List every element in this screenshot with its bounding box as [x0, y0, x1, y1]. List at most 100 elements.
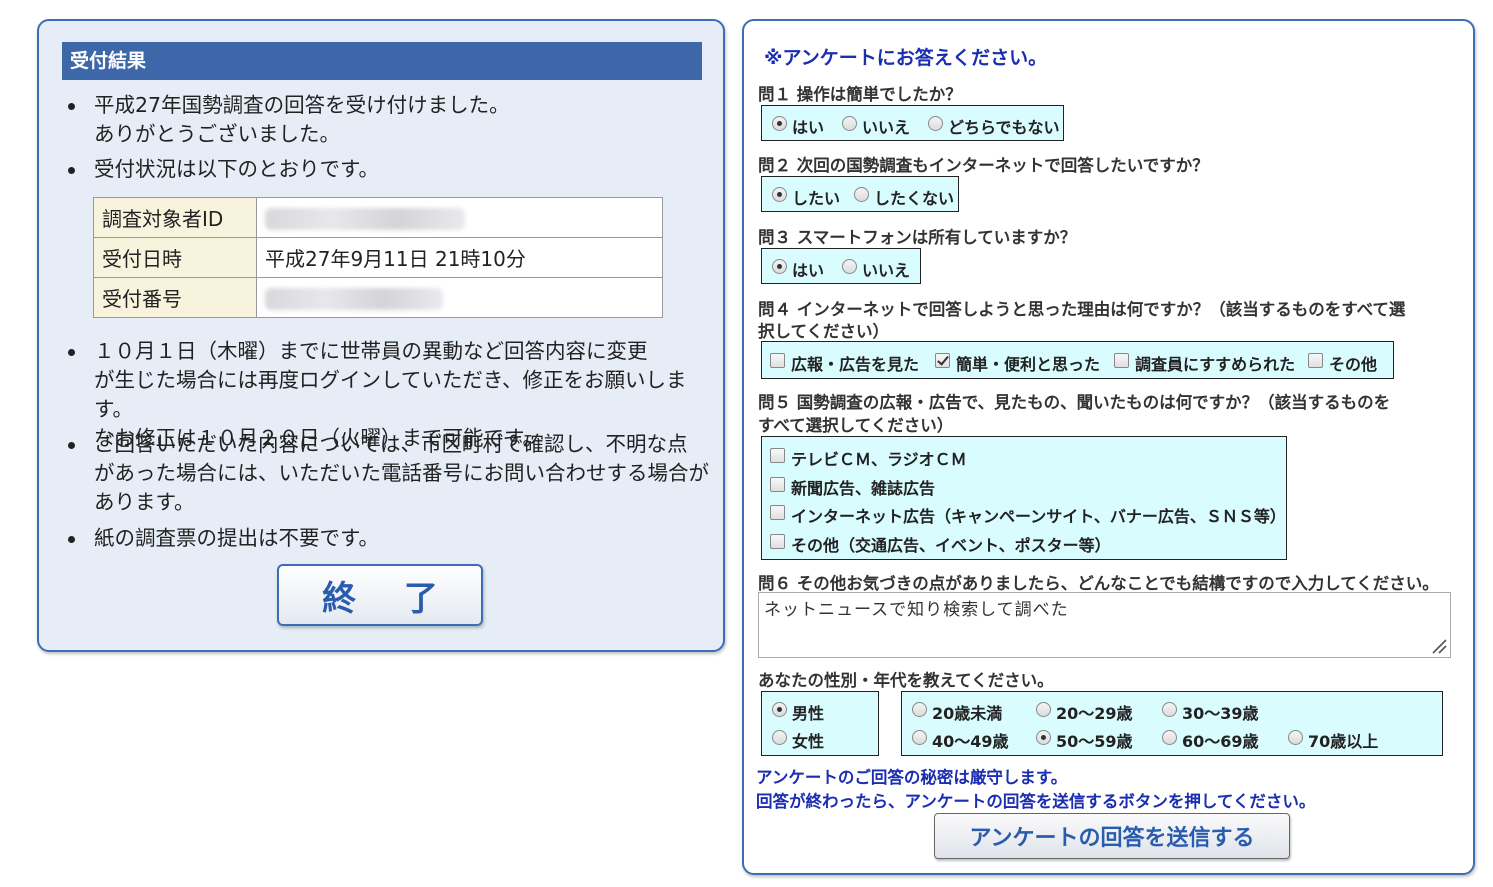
radio-selected[interactable]	[772, 186, 787, 202]
reception-table: 調査対象者ID 受付日時 平成27年9月11日 21時10分 受付番号	[93, 197, 663, 318]
survey-title: ※アンケートにお答えください。	[764, 47, 1048, 69]
age-option[interactable]: 20～29歳	[1036, 700, 1133, 724]
gender-option-female[interactable]: 女性	[772, 728, 824, 752]
option-label: 70歳以上	[1308, 732, 1379, 751]
age-option[interactable]: 40～49歳	[912, 728, 1009, 752]
age-option[interactable]: 60～69歳	[1162, 728, 1259, 752]
checkbox[interactable]	[1308, 352, 1323, 368]
option-label: 女性	[792, 732, 825, 751]
option-label: 簡単・便利と思った	[956, 355, 1101, 374]
comment-text: ネットニュースで知り検索して調べた	[764, 600, 1069, 620]
radio-selected[interactable]	[772, 115, 787, 131]
checkbox[interactable]	[770, 447, 785, 463]
list-item: 平成27年国勢調査の回答を受け付けました。 ありがとうございました。	[64, 91, 714, 149]
send-instruction: 回答が終わったら、アンケートの回答を送信するボタンを押してください。	[756, 792, 1316, 811]
radio[interactable]	[854, 186, 869, 202]
q2-option-want[interactable]: したい	[772, 185, 840, 209]
contact-notice-line: あります。	[94, 490, 195, 514]
radio[interactable]	[1288, 729, 1303, 745]
checkbox[interactable]	[770, 476, 785, 492]
q3-option-no[interactable]: いいえ	[842, 257, 910, 281]
radio[interactable]	[1036, 701, 1051, 717]
radio[interactable]	[928, 115, 943, 131]
table-row: 調査対象者ID	[93, 197, 663, 238]
contact-notice-line: ご回答いただいた内容については、市区町村で確認し、不明な点	[94, 432, 688, 456]
q5-option-other[interactable]: その他（交通広告、イベント、ポスター等）	[770, 532, 1111, 556]
thanks-message: ありがとうございました。	[94, 122, 340, 146]
age-option-selected[interactable]: 50～59歳	[1036, 728, 1133, 752]
q4-options: 広報・広告を見た 簡単・便利と思った 調査員にすすめられた その他	[761, 341, 1394, 379]
result-panel: 受付結果 平成27年国勢調査の回答を受け付けました。 ありがとうございました。 受…	[37, 19, 725, 652]
checkbox[interactable]	[770, 504, 785, 520]
list-item: 受付状況は以下のとおりです。	[64, 155, 714, 184]
gender-option-male[interactable]: 男性	[772, 700, 824, 724]
finish-button[interactable]: 終 了	[277, 564, 483, 626]
q1-option-no[interactable]: いいえ	[842, 114, 910, 138]
radio[interactable]	[842, 258, 857, 274]
q3-option-yes[interactable]: はい	[772, 257, 824, 281]
q4-label: 問４ インターネットで回答しようと思った理由は何ですか？（該当するものをすべて選	[758, 300, 1406, 319]
option-label: 20～29歳	[1056, 704, 1133, 723]
radio-selected[interactable]	[772, 701, 787, 717]
table-label: 受付番号	[93, 277, 257, 318]
radio-selected[interactable]	[772, 258, 787, 274]
option-label: 50～59歳	[1056, 732, 1133, 751]
q2-option-not-want[interactable]: したくない	[854, 185, 954, 209]
option-label: したくない	[874, 189, 955, 208]
paper-notice: 紙の調査票の提出は不要です。	[94, 526, 379, 550]
result-header: 受付結果	[62, 42, 702, 80]
radio-selected[interactable]	[1036, 729, 1051, 745]
radio[interactable]	[1162, 701, 1177, 717]
radio[interactable]	[772, 729, 787, 745]
resize-grip-icon[interactable]	[1429, 636, 1447, 654]
q1-options: はい いいえ どちらでもない	[761, 105, 1064, 141]
q5-option-tv-radio[interactable]: テレビＣＭ、ラジオＣＭ	[770, 446, 967, 470]
q4-option-other[interactable]: その他	[1308, 351, 1377, 375]
comment-textarea[interactable]: ネットニュースで知り検索して調べた	[758, 592, 1451, 658]
table-value: 平成27年9月11日 21時10分	[256, 237, 663, 278]
checkbox[interactable]	[1114, 352, 1129, 368]
q4-option-ad[interactable]: 広報・広告を見た	[770, 351, 919, 375]
option-label: 40～49歳	[932, 732, 1009, 751]
q3-options: はい いいえ	[761, 248, 921, 284]
radio[interactable]	[912, 729, 927, 745]
q5-label-cont: すべて選択してください）	[758, 416, 954, 435]
q1-option-yes[interactable]: はい	[772, 114, 824, 138]
table-row: 受付番号	[93, 277, 663, 318]
gender-options: 男性 女性	[761, 691, 879, 756]
q4-option-easy[interactable]: 簡単・便利と思った	[935, 351, 1100, 375]
survey-panel: ※アンケートにお答えください。 問１ 操作は簡単でしたか？ はい いいえ どちら…	[742, 19, 1475, 875]
option-label: はい	[792, 261, 825, 280]
table-value-redacted	[256, 277, 663, 318]
list-item: 紙の調査票の提出は不要です。	[64, 524, 714, 553]
option-label: 新聞広告、雑誌広告	[791, 479, 936, 498]
age-option[interactable]: 20歳未満	[912, 700, 1002, 724]
age-option[interactable]: 70歳以上	[1288, 728, 1378, 752]
change-notice-line: が生じた場合には再度ログインしていただき、修正をお願いします。	[94, 368, 687, 421]
radio[interactable]	[842, 115, 857, 131]
option-label: 20歳未満	[932, 704, 1003, 723]
age-option[interactable]: 30～39歳	[1162, 700, 1259, 724]
q2-label: 問２ 次回の国勢調査もインターネットで回答したいですか？	[758, 156, 1209, 175]
q5-option-internet[interactable]: インターネット広告（キャンペーンサイト、バナー広告、ＳＮＳ等）	[770, 503, 1286, 527]
privacy-note: アンケートのご回答の秘密は厳守します。	[756, 768, 1068, 787]
q5-option-print[interactable]: 新聞広告、雑誌広告	[770, 475, 935, 499]
checkbox-checked[interactable]	[935, 352, 950, 368]
option-label: どちらでもない	[948, 118, 1060, 137]
option-label: 調査員にすすめられた	[1135, 355, 1296, 374]
list-item: ご回答いただいた内容については、市区町村で確認し、不明な点 があった場合には、いた…	[64, 430, 714, 517]
q4-option-surveyor[interactable]: 調査員にすすめられた	[1114, 351, 1295, 375]
option-label: 60～69歳	[1182, 732, 1259, 751]
radio[interactable]	[1162, 729, 1177, 745]
q1-option-neither[interactable]: どちらでもない	[928, 114, 1060, 138]
checkbox[interactable]	[770, 352, 785, 368]
option-label: 30～39歳	[1182, 704, 1259, 723]
send-survey-button[interactable]: アンケートの回答を送信する	[934, 813, 1290, 859]
option-label: 男性	[792, 704, 825, 723]
option-label: いいえ	[862, 118, 911, 137]
q5-options: テレビＣＭ、ラジオＣＭ 新聞広告、雑誌広告 インターネット広告（キャンペーンサイ…	[761, 436, 1287, 560]
q2-options: したい したくない	[761, 176, 959, 212]
q3-label: 問３ スマートフォンは所有していますか？	[758, 228, 1077, 247]
radio[interactable]	[912, 701, 927, 717]
checkbox[interactable]	[770, 533, 785, 549]
